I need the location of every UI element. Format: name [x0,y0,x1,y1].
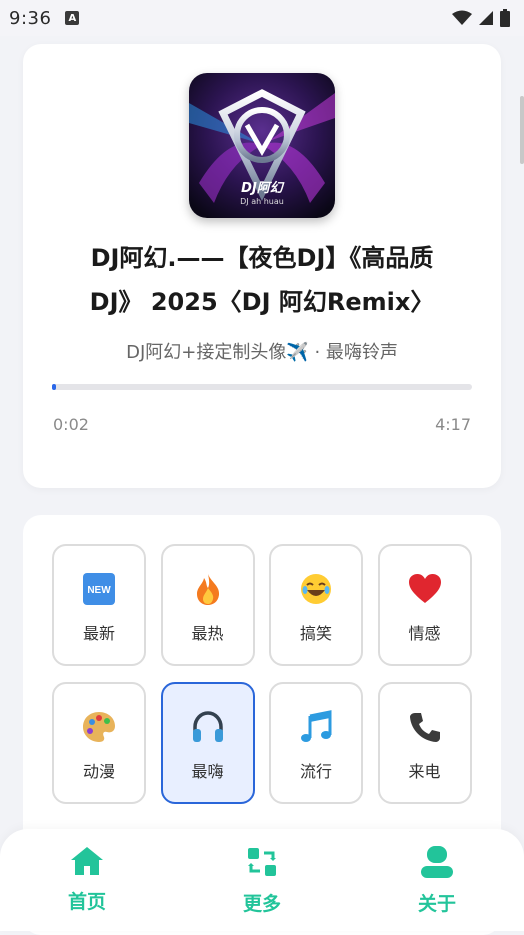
total-time: 4:17 [435,415,471,434]
user-icon [421,846,453,878]
main-page: DJ阿幻 DJ ah huau DJ阿幻.——【夜色DJ】《高品质 DJ》 20… [0,36,524,935]
nav-more[interactable]: 更多 [222,845,302,916]
bottom-nav: 首页 更多 关于 [0,829,524,931]
song-title-line-2: DJ》 2025〈DJ 阿幻Remix〉 [89,288,435,316]
status-bar: 9:36 A [0,0,524,36]
current-time: 0:02 [53,415,89,434]
nav-home[interactable]: 首页 [47,845,127,914]
category-label: 最新 [82,624,115,643]
wifi-icon [452,10,472,25]
signal-icon [479,11,493,25]
status-time: 9:36 [9,7,52,29]
category-button-pop[interactable]: 流行 [269,682,363,804]
keyboard-indicator-icon: A [65,11,80,25]
fire-icon [191,572,225,606]
song-title: DJ阿幻.——【夜色DJ】《高品质 DJ》 2025〈DJ 阿幻Remix〉 [53,236,471,324]
phone-icon [408,710,442,744]
battery-icon [500,9,510,27]
category-button-newest[interactable]: NEW 最新 [52,544,146,666]
nav-about-label: 关于 [417,893,456,915]
album-cover[interactable]: DJ阿幻 DJ ah huau [189,73,335,218]
category-label: 动漫 [82,762,115,781]
category-label: 来电 [408,762,441,781]
category-button-hype[interactable]: 最嗨 [160,682,255,804]
laughing-face-icon [299,572,333,606]
category-button-emotion[interactable]: 情感 [377,544,472,666]
nav-home-label: 首页 [67,891,106,913]
category-grid: NEW 最新 最热 搞笑 情感 动漫 最嗨 流行 来电 [52,544,472,804]
heart-icon [408,572,442,606]
category-label: 流行 [299,762,332,781]
player-card: DJ阿幻 DJ ah huau DJ阿幻.——【夜色DJ】《高品质 DJ》 20… [23,44,501,488]
song-artist: DJ阿幻+接定制头像✈️ · 最嗨铃声 [126,342,398,363]
nav-more-label: 更多 [242,893,281,915]
music-note-icon [299,710,333,744]
album-cover-caption: DJ阿幻 DJ ah huau [240,181,284,206]
category-button-hottest[interactable]: 最热 [160,544,255,666]
category-label: 情感 [408,624,441,643]
headphones-icon [191,710,225,744]
nav-about[interactable]: 关于 [397,845,477,916]
category-button-funny[interactable]: 搞笑 [269,544,363,666]
palette-icon [82,710,116,744]
song-title-line-1: DJ阿幻.——【夜色DJ】《高品质 [90,244,434,272]
home-icon [71,847,103,875]
category-label: 最热 [191,624,224,643]
refresh-grid-icon [248,848,276,876]
category-label: 最嗨 [191,762,224,781]
progress-bar[interactable] [52,384,472,390]
category-button-ringtone[interactable]: 来电 [377,682,472,804]
new-badge-icon: NEW [82,572,116,606]
category-button-anime[interactable]: 动漫 [52,682,146,804]
category-label: 搞笑 [299,624,332,643]
progress-fill [52,384,56,390]
scrollbar[interactable] [520,96,524,164]
svg-text:NEW: NEW [87,585,111,596]
